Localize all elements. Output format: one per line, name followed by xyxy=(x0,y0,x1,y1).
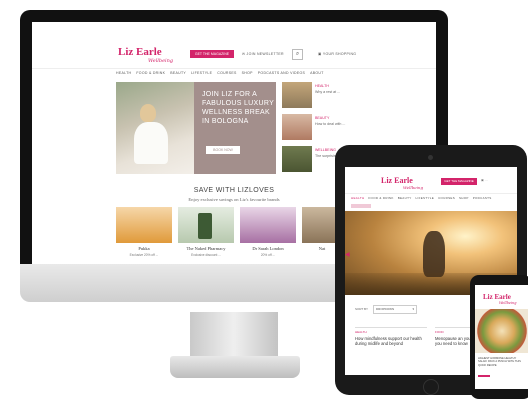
nav-item-podcasts[interactable]: PODCASTS AND VIDEOS xyxy=(258,71,305,75)
hero-line: JOIN LIZ FOR A xyxy=(202,91,258,98)
nav-item-food[interactable]: FOOD & DRINK xyxy=(136,71,165,75)
site-logo-tagline: Wellbeing xyxy=(148,58,174,64)
tablet-account-link[interactable]: ▣ ··· xyxy=(481,178,511,184)
main-nav: HEALTH FOOD & DRINK BEAUTY LIFESTYLE COU… xyxy=(116,71,324,75)
card-desc: 20% off ... xyxy=(260,253,276,257)
sidebar-thumb[interactable] xyxy=(282,114,312,140)
phone-logo-tagline: Wellbeing xyxy=(499,301,517,305)
bottle-shape xyxy=(198,213,212,239)
hero-headline: JOIN LIZ FOR A FABULOUS LUXURY WELLNESS … xyxy=(202,90,274,126)
nav-item-courses[interactable]: COURSES xyxy=(217,71,236,75)
subscribe-button[interactable]: GET THE MAGAZINE xyxy=(190,50,234,58)
search-icon[interactable]: ⌕ xyxy=(292,49,303,60)
card-desc: Exclusive discount ... xyxy=(191,253,221,257)
shopping-label: YOUR SHOPPING xyxy=(322,52,357,56)
phone-device: Liz Earle Wellbeing HIGHEST HORMONE HEAL… xyxy=(470,275,528,399)
tablet-nav-divider xyxy=(345,193,517,194)
tablet-nav-item[interactable]: HEALTH xyxy=(351,196,364,200)
portrait-hair xyxy=(140,104,156,122)
tablet-nav-item[interactable]: BEAUTY xyxy=(398,196,412,200)
brand-card[interactable]: The Naked Pharmacy Exclusive discount ..… xyxy=(178,207,234,264)
nav-item-beauty[interactable]: BEAUTY xyxy=(170,71,186,75)
tablet-nav-item[interactable]: PODCASTS xyxy=(473,196,492,200)
carousel-prev-icon[interactable]: ◀ xyxy=(345,251,350,258)
hero-photo xyxy=(116,82,194,174)
tablet-nav-item[interactable]: SHOP xyxy=(459,196,469,200)
hero-line: IN BOLOGNA xyxy=(202,118,249,125)
brand-card[interactable]: Dr Sarah London 20% off ... xyxy=(240,207,296,264)
brand-card[interactable]: Pukka Exclusive 20% off ... xyxy=(116,207,172,264)
tablet-nav-item[interactable]: FOOD & DRINK xyxy=(368,196,393,200)
nav-item-shop[interactable]: SHOP xyxy=(242,71,253,75)
chevron-down-icon: ▾ xyxy=(412,307,414,311)
phone-screen: Liz Earle Wellbeing HIGHEST HORMONE HEAL… xyxy=(475,285,528,389)
tablet-breadcrumb xyxy=(351,204,371,208)
phone-accent-bar xyxy=(478,375,490,377)
card-image xyxy=(240,207,296,243)
tablet-logo[interactable]: Liz Earle xyxy=(381,176,413,185)
tablet-nav-item[interactable]: LIFESTYLE xyxy=(416,196,435,200)
monitor-stand-base xyxy=(170,356,300,378)
newsletter-label: JOIN NEWSLETTER xyxy=(246,52,284,56)
site-logo[interactable]: Liz Earle xyxy=(118,46,162,58)
nav-divider xyxy=(32,68,436,69)
shopping-link[interactable]: ▣ YOUR SHOPPING xyxy=(318,52,356,56)
phone-logo[interactable]: Liz Earle xyxy=(483,293,511,301)
sidebar-title[interactable]: Why a rest at ... xyxy=(315,90,359,94)
portrait-dress xyxy=(134,122,168,164)
card-desc: Exclusive 20% off ... xyxy=(129,253,159,257)
hero-line: FABULOUS LUXURY xyxy=(202,100,275,107)
sidebar-thumb[interactable] xyxy=(282,146,312,172)
nav-item-about[interactable]: ABOUT xyxy=(310,71,324,75)
silhouette-figure xyxy=(423,231,445,277)
nav-item-health[interactable]: HEALTH xyxy=(116,71,131,75)
sidebar-tag: WELLBEING xyxy=(315,148,336,152)
card-brand: The Naked Pharmacy xyxy=(186,246,226,251)
tablet-subscribe-button[interactable]: GET THE MAGAZINE xyxy=(441,178,477,185)
hero-banner[interactable]: JOIN LIZ FOR A FABULOUS LUXURY WELLNESS … xyxy=(116,82,276,174)
monitor-stand-neck xyxy=(190,312,278,360)
hero-line: WELLNESS BREAK xyxy=(202,109,270,116)
tablet-nav-item[interactable]: COURSES xyxy=(438,196,455,200)
article-card[interactable]: HEALTH How mindfulness support our healt… xyxy=(355,327,427,371)
article-title: How mindfulness support our health durin… xyxy=(355,336,422,346)
filter-value: DROPDOWN xyxy=(376,307,395,311)
card-divider xyxy=(355,327,427,328)
tablet-home-button[interactable] xyxy=(423,379,439,395)
card-brand: Dr Sarah London xyxy=(252,246,284,251)
nav-item-lifestyle[interactable]: LIFESTYLE xyxy=(191,71,212,75)
book-now-button[interactable]: BOOK NOW xyxy=(206,146,240,154)
tablet-nav: HEALTH FOOD & DRINK BEAUTY LIFESTYLE COU… xyxy=(351,196,492,200)
filter-dropdown[interactable]: DROPDOWN ▾ xyxy=(373,305,417,314)
article-tag: HEALTH xyxy=(355,330,367,334)
newsletter-link[interactable]: ✉ JOIN NEWSLETTER xyxy=(242,52,284,56)
sidebar-tag: HEALTH xyxy=(315,84,329,88)
card-image xyxy=(178,207,234,243)
article-tag: FOOD xyxy=(435,330,444,334)
filter-label: SORT BY xyxy=(355,307,369,311)
sidebar-title[interactable]: How to deal with ... xyxy=(315,122,359,126)
tablet-camera xyxy=(428,155,433,160)
card-brand: Pukka xyxy=(138,246,150,251)
sidebar-tag: BEAUTY xyxy=(315,116,330,120)
phone-hero-image[interactable] xyxy=(475,309,528,353)
phone-caption[interactable]: HIGHEST HORMONE HEALTHY SALAD: PACK A PU… xyxy=(478,357,526,367)
tablet-logo-tagline: Wellbeing xyxy=(403,185,424,190)
sidebar-thumb[interactable] xyxy=(282,82,312,108)
card-image xyxy=(116,207,172,243)
